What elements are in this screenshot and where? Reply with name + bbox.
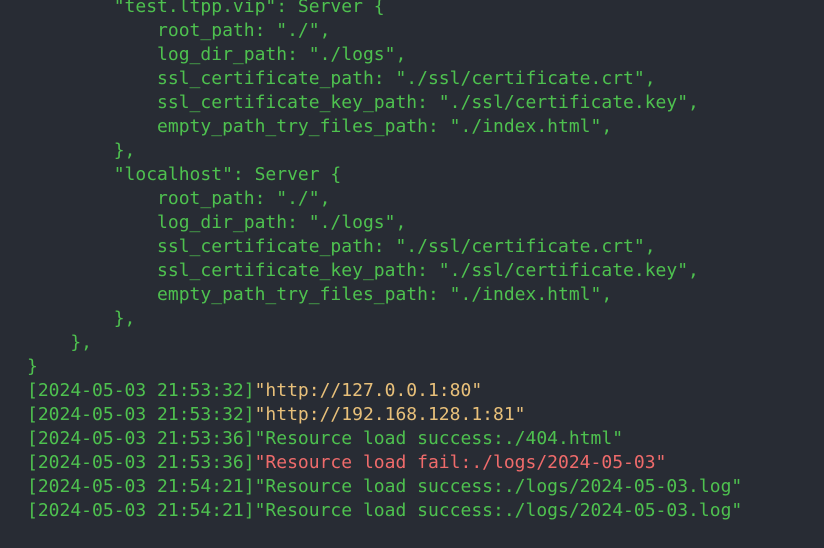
config-line: ssl_certificate_key_path: "./ssl/certifi…	[27, 260, 699, 281]
config-line: }	[27, 356, 38, 377]
config-block: "test.ltpp.vip": Server { root_path: "./…	[27, 0, 824, 379]
config-line: "localhost": Server {	[27, 164, 342, 185]
log-line: [2024-05-03 21:53:32]"http://127.0.0.1:8…	[27, 379, 824, 403]
config-line: root_path: "./",	[27, 20, 331, 41]
config-line: log_dir_path: "./logs",	[27, 212, 407, 233]
log-line: [2024-05-03 21:54:21]"Resource load succ…	[27, 499, 824, 523]
config-line: ssl_certificate_key_path: "./ssl/certifi…	[27, 92, 699, 113]
log-timestamp: [2024-05-03 21:54:21]	[27, 500, 255, 521]
log-block: [2024-05-03 21:53:32]"http://127.0.0.1:8…	[27, 379, 824, 523]
config-line: },	[27, 332, 93, 353]
config-line: ssl_certificate_path: "./ssl/certificate…	[27, 68, 656, 89]
config-line: "test.ltpp.vip": Server {	[27, 0, 385, 17]
config-line: log_dir_path: "./logs",	[27, 44, 407, 65]
log-timestamp: [2024-05-03 21:53:32]	[27, 380, 255, 401]
log-line: [2024-05-03 21:53:32]"http://192.168.128…	[27, 403, 824, 427]
terminal-output[interactable]: "test.ltpp.vip": Server { root_path: "./…	[27, 0, 824, 523]
config-line: },	[27, 308, 136, 329]
log-timestamp: [2024-05-03 21:53:36]	[27, 428, 255, 449]
config-line: root_path: "./",	[27, 188, 331, 209]
config-line: },	[27, 140, 136, 161]
log-message: "Resource load success:./logs/2024-05-03…	[254, 476, 743, 497]
log-message: "http://192.168.128.1:81"	[254, 404, 526, 425]
log-message: "Resource load fail:./logs/2024-05-03"	[254, 452, 667, 473]
log-line: [2024-05-03 21:53:36]"Resource load succ…	[27, 427, 824, 451]
log-timestamp: [2024-05-03 21:53:36]	[27, 452, 255, 473]
config-line: ssl_certificate_path: "./ssl/certificate…	[27, 236, 656, 257]
log-timestamp: [2024-05-03 21:54:21]	[27, 476, 255, 497]
log-line: [2024-05-03 21:53:36]"Resource load fail…	[27, 451, 824, 475]
log-message: "http://127.0.0.1:80"	[254, 380, 483, 401]
log-message: "Resource load success:./logs/2024-05-03…	[254, 500, 743, 521]
log-message: "Resource load success:./404.html"	[254, 428, 624, 449]
config-line: empty_path_try_files_path: "./index.html…	[27, 284, 613, 305]
log-line: [2024-05-03 21:54:21]"Resource load succ…	[27, 475, 824, 499]
log-timestamp: [2024-05-03 21:53:32]	[27, 404, 255, 425]
config-line: empty_path_try_files_path: "./index.html…	[27, 116, 613, 137]
